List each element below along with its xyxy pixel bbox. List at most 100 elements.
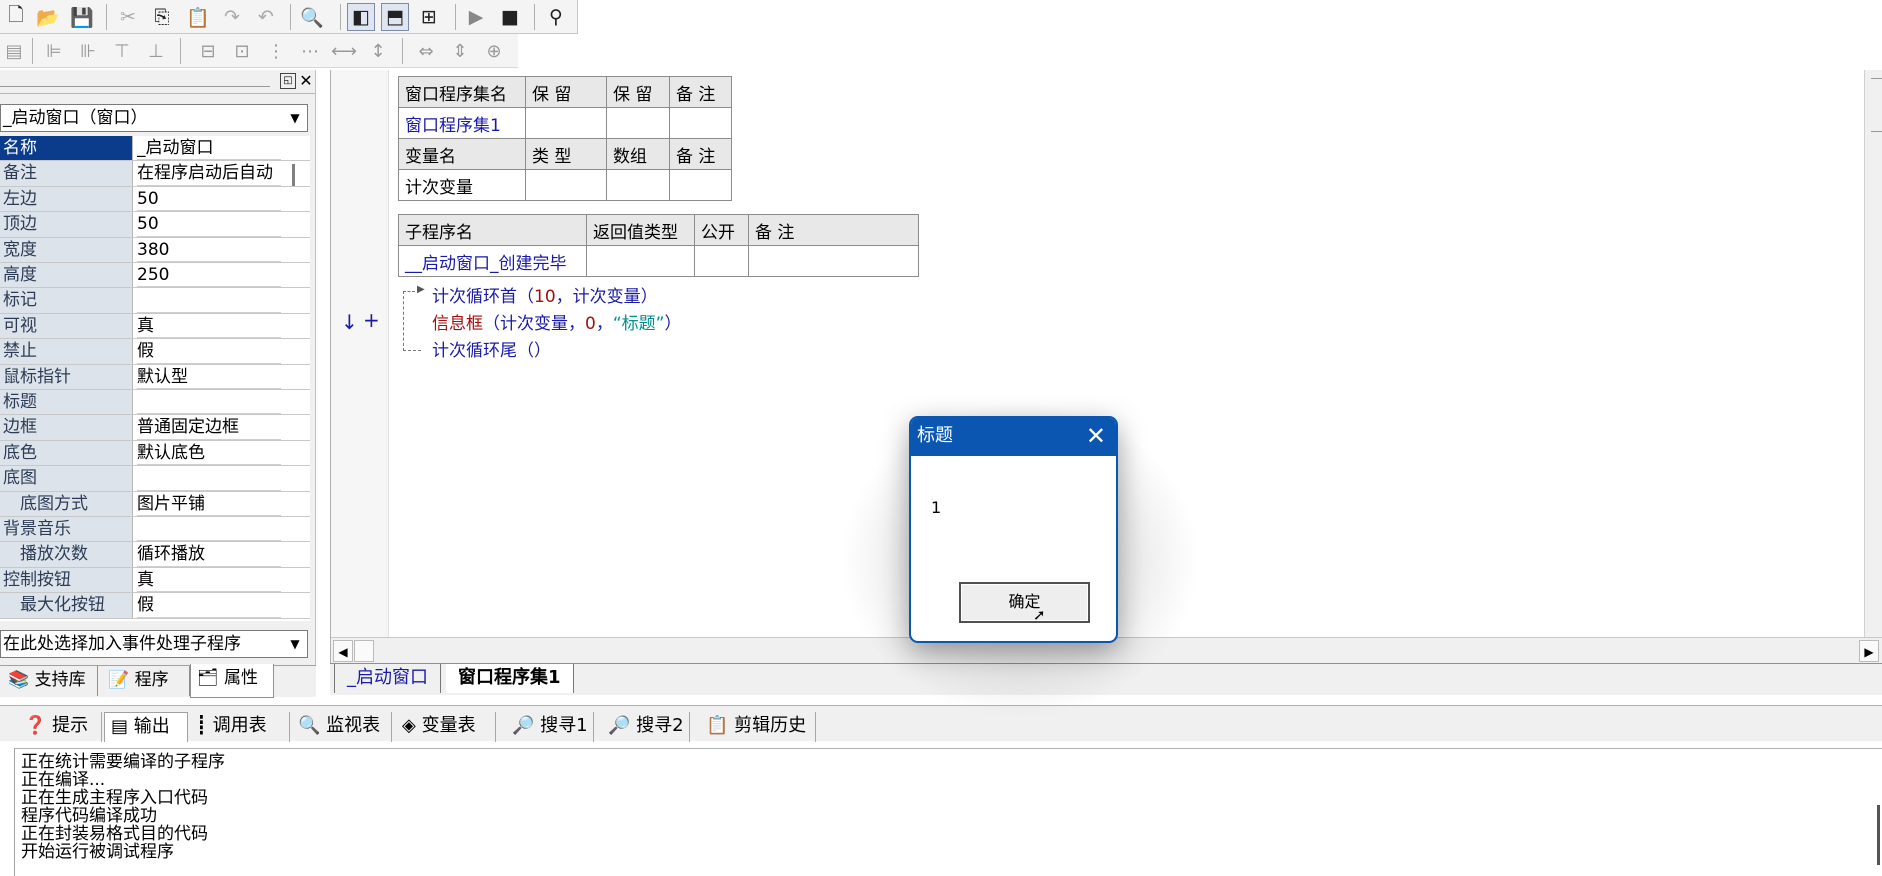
tab-window-assembly[interactable]: 窗口程序集1 [446,664,574,693]
layout-top-icon[interactable]: ⬒ [381,3,409,31]
table-cell[interactable] [525,107,607,139]
code-line-msgbox[interactable]: 信息框（计次变量，0，“标题”） [432,309,681,334]
property-value[interactable] [137,466,281,491]
property-value[interactable]: 在程序启动后自动 [137,161,281,186]
undo-icon[interactable]: ↶ [252,3,280,31]
debug-binoculars-icon[interactable]: ⚲ [542,3,570,31]
tab-clip-history[interactable]: 📋 剪辑历史 [700,712,816,742]
property-value[interactable]: 真 [137,568,281,593]
tab-support-library[interactable]: 📚 支持库 [2,666,98,696]
property-row[interactable]: 备注 在程序启动后自动 [0,161,310,187]
output-log[interactable]: 正在统计需要编译的子程序 正在编译... 正在生成主程序入口代码 程序代码编译成… [14,748,1882,876]
center-vertical-icon[interactable]: ⊡ [228,37,256,65]
code-line-loop-start[interactable]: 计次循环首（10，计次变量） [432,282,658,307]
space-horizontal-icon[interactable]: ⟷ [330,37,358,65]
object-selector[interactable]: _启动窗口（窗口） ▼ [0,104,308,132]
property-value[interactable]: 默认底色 [137,441,281,466]
table-cell[interactable]: 窗口程序集1 [398,107,526,139]
property-row[interactable]: 底图 [0,466,310,492]
property-row[interactable]: 底色 默认底色 [0,440,310,467]
cut-icon[interactable]: ✂ [114,3,142,31]
down-arrow-icon[interactable]: ↓ [341,310,358,334]
table-cell[interactable] [525,169,607,201]
dropdown-arrow-icon[interactable]: ▼ [283,631,307,657]
space-vertical-icon[interactable]: ↕ [364,37,392,65]
tab-startup-window[interactable]: _启动窗口 [334,664,441,693]
property-row[interactable]: 标题 [0,390,310,416]
align-left-icon[interactable]: ⊫ [40,37,68,65]
close-icon[interactable]: ✕ [1086,418,1106,454]
property-value[interactable]: 250 [137,263,281,288]
center-horizontal-icon[interactable]: ⊟ [194,37,222,65]
property-row[interactable]: 名称 _启动窗口 [0,136,310,162]
property-row[interactable]: 控制按钮真 [0,567,310,594]
distribute-horizontal-icon[interactable]: ⋮ [262,37,290,65]
property-row[interactable]: 鼠标指针 默认型 [0,364,310,390]
align-right-icon[interactable]: ⊪ [74,37,102,65]
property-row[interactable]: 高度 250 [0,263,310,289]
same-width-icon[interactable]: ⇔ [412,37,440,65]
table-cell[interactable] [748,245,919,277]
property-row[interactable]: 底图方式 图片平铺 [0,491,310,517]
redo-icon[interactable]: ↷ [218,3,246,31]
close-panel-icon[interactable]: ✕ [298,72,314,90]
tab-variable-table[interactable]: ◈ 变量表 [396,712,496,742]
restore-panel-icon[interactable]: ◱ [280,73,296,89]
property-row[interactable]: 禁止假 [0,339,310,365]
property-value[interactable]: 假 [137,593,281,618]
open-folder-icon[interactable]: 📂 [34,3,62,31]
editor-vertical-scrollbar[interactable] [1864,70,1882,637]
property-row[interactable]: 标记 [0,288,310,314]
property-value[interactable]: 真 [137,314,281,339]
tab-hint[interactable]: ❓ 提示 [18,712,102,742]
property-value[interactable]: 50 [137,187,281,212]
property-row[interactable]: 左边 50 [0,186,310,213]
code-line-loop-end[interactable]: 计次循环尾（） [432,336,551,361]
find-icon[interactable]: 🔍 [298,3,326,31]
scrollbar-thumb[interactable] [354,640,374,662]
same-size-icon[interactable]: ⊕ [480,37,508,65]
ok-button[interactable]: 确定 [959,582,1090,623]
paste-icon[interactable]: 📋 [184,3,212,31]
property-row[interactable]: 背景音乐 [0,517,310,543]
tab-program[interactable]: 📝 程序 [102,666,190,696]
property-row[interactable]: 播放次数 循环播放 [0,542,310,568]
scroll-right-icon[interactable]: ▶ [1859,640,1879,662]
table-cell[interactable] [669,107,732,139]
property-value[interactable] [137,517,281,542]
property-row[interactable]: 宽度 380 [0,237,310,263]
save-icon[interactable]: 💾 [68,3,96,31]
property-row[interactable]: 可视真 [0,313,310,340]
property-value[interactable] [137,390,281,415]
align-top-icon[interactable]: ⊤ [108,37,136,65]
table-cell[interactable] [606,107,670,139]
grid-icon[interactable]: ▤ [0,37,28,65]
table-cell[interactable] [694,245,749,277]
align-bottom-icon[interactable]: ⊥ [142,37,170,65]
property-value[interactable] [137,288,281,313]
property-value[interactable]: 普通固定边框 [137,415,281,440]
tab-search2[interactable]: 🔎 搜寻2 [602,712,690,742]
same-height-icon[interactable]: ⇕ [446,37,474,65]
property-value[interactable]: 380 [137,238,281,262]
property-value[interactable]: 默认型 [137,365,281,389]
tab-output[interactable]: ▤ 输出 [104,712,188,742]
property-value[interactable]: 循环播放 [137,542,281,567]
scrollbar-thumb[interactable] [1871,78,1882,132]
plus-icon[interactable]: + [363,308,380,332]
property-value[interactable]: 图片平铺 [137,492,281,516]
tab-properties[interactable]: 🗂 属性 [190,664,274,698]
layout-grid-icon[interactable]: ⊞ [415,3,443,31]
scroll-left-icon[interactable]: ◀ [333,640,353,662]
tab-call-table[interactable]: ┋ 调用表 [190,712,290,742]
event-selector[interactable]: 在此处选择加入事件处理子程序 ▼ [0,630,308,658]
run-icon[interactable]: ▶ [462,3,490,31]
copy-icon[interactable]: ⎘ [148,3,176,31]
property-row[interactable]: 最大化按钮假 [0,593,310,619]
property-row[interactable]: 顶边 50 [0,212,310,238]
property-row[interactable]: 边框 普通固定边框 [0,415,310,441]
distribute-vertical-icon[interactable]: ⋯ [296,37,324,65]
property-value[interactable]: _启动窗口 [137,136,281,161]
tab-watch-table[interactable]: 🔍 监视表 [292,712,392,742]
output-scrollbar-thumb[interactable] [1877,805,1880,865]
